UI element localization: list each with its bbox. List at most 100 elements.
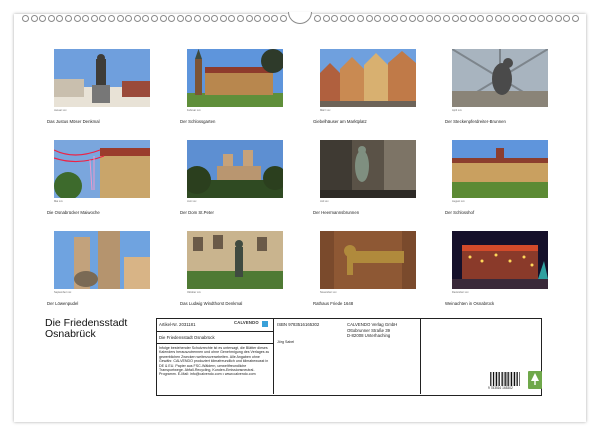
binding-ring xyxy=(425,15,433,22)
tree-icon xyxy=(531,373,539,385)
binding-ring xyxy=(30,15,38,22)
thumbnail-caption: Der Schlossgarten xyxy=(180,119,216,124)
binding-ring xyxy=(546,15,554,22)
binding-ring xyxy=(194,15,201,22)
photo-steckenpferdreiter xyxy=(452,49,548,107)
binding-ring xyxy=(22,15,29,22)
binding-ring xyxy=(357,15,364,22)
thumbnail-caption: Der Dom St.Peter xyxy=(180,210,214,215)
photo-justus-moeser xyxy=(54,49,150,107)
binding-ring xyxy=(477,15,485,22)
binding-ring xyxy=(108,15,115,22)
binding-ring xyxy=(451,15,459,22)
photo-heermannsbrunnen xyxy=(320,140,416,198)
binding-ring xyxy=(211,15,219,22)
legal-notice: Infolge bestehender Schutzrechte ist es … xyxy=(159,346,270,377)
thumbnail-caption: Der Löwenpudel xyxy=(47,301,79,306)
thumbnail-caption: Der Heermannsbrunnen xyxy=(313,210,360,215)
calvendo-logo: CALVENDO xyxy=(234,320,268,329)
photo-giebelhaeuser xyxy=(320,49,416,107)
binding-ring xyxy=(434,15,442,22)
binding-ring xyxy=(572,15,579,22)
binding-ring xyxy=(237,15,244,22)
author: Jörg Sabel xyxy=(277,340,295,344)
binding-ring xyxy=(563,15,571,22)
binding-ring xyxy=(90,15,98,22)
binding-ring xyxy=(254,15,262,22)
thumbnail-caption: Rathaus Friede 1648 xyxy=(313,301,354,306)
binding-ring xyxy=(159,15,167,22)
photo-credit: November xxx xyxy=(320,291,337,294)
binding-ring xyxy=(391,15,399,22)
photo-credit: Februar xxx xyxy=(187,109,201,112)
publisher-line3: D-82008 Unterhaching xyxy=(347,333,391,338)
binding-ring xyxy=(408,15,416,22)
photo-credit: September xxx xyxy=(54,291,72,294)
thumbnail-caption: Das Ludwig Windthorst Denkmal xyxy=(180,301,243,306)
binding-ring xyxy=(125,15,133,22)
binding-ring xyxy=(400,15,407,22)
thumbnail-caption: Der Steckenpferdreiter-Brunnen xyxy=(445,119,506,124)
calvendo-logo-text: CALVENDO xyxy=(234,320,259,325)
photo-weihnachten xyxy=(452,231,548,289)
binding-ring xyxy=(82,15,90,22)
binding-ring xyxy=(374,15,382,22)
photo-maiwoche xyxy=(54,140,150,198)
table-divider xyxy=(156,331,273,332)
binding-ring xyxy=(486,15,493,22)
binding-ring xyxy=(339,15,347,22)
binding-ring xyxy=(271,15,279,22)
article-number: Artikel-Nr. 2031181 xyxy=(159,322,196,327)
binding-ring xyxy=(56,15,64,22)
binding-ring xyxy=(99,15,107,22)
binding-ring xyxy=(520,15,528,22)
binding-ring xyxy=(348,15,356,22)
binding-ring xyxy=(219,15,227,22)
binding-ring xyxy=(417,15,425,22)
binding-ring xyxy=(116,15,124,22)
table-divider xyxy=(273,318,274,394)
binding-ring xyxy=(503,15,511,22)
publisher-line1: CALVENDO Verlag GmbH xyxy=(347,322,398,327)
thumbnail-caption: Giebelhäuser am Marktplatz xyxy=(313,119,367,124)
calendar-title: Die Friedensstadt Osnabrück xyxy=(45,318,127,340)
photo-loewenpudel xyxy=(54,231,150,289)
binding-ring xyxy=(245,15,253,22)
photo-credit: Dezember xxx xyxy=(452,291,469,294)
binding-ring xyxy=(47,15,55,22)
binding-ring xyxy=(537,15,545,22)
isbn: ISBN 9783516165302 xyxy=(277,322,320,327)
binding-ring xyxy=(228,15,236,22)
photo-credit: Januar xxx xyxy=(54,109,67,112)
binding-ring xyxy=(133,15,141,22)
binding-ring xyxy=(262,15,270,22)
photo-credit: Juli xxx xyxy=(320,200,329,203)
product-title: Die Friedensstadt Osnabrück xyxy=(159,335,215,340)
binding-ring xyxy=(73,15,81,22)
barcode-number: 9 783516 165302 xyxy=(488,386,513,390)
binding-ring xyxy=(142,15,150,22)
binding-ring xyxy=(322,15,330,22)
calvendo-logo-mark xyxy=(262,321,268,327)
photo-credit: März xxx xyxy=(320,109,331,112)
binding-ring xyxy=(365,15,373,22)
photo-schlosshof xyxy=(452,140,548,198)
photo-credit: Mai xxx xyxy=(54,200,63,203)
binding-ring xyxy=(494,15,502,22)
binding-ring xyxy=(529,15,536,22)
photo-windthorst xyxy=(187,231,283,289)
thumbnail-caption: Die Osnabrücker Maiwoche xyxy=(47,210,100,215)
binding-ring xyxy=(554,15,562,22)
binding-ring xyxy=(151,15,158,22)
thumbnail-caption: Der Schlosshof xyxy=(445,210,475,215)
table-divider xyxy=(420,318,421,394)
binding-ring xyxy=(468,15,476,22)
binding-ring xyxy=(39,15,47,22)
binding-ring xyxy=(331,15,339,22)
binding-ring xyxy=(185,15,193,22)
photo-credit: August xxx xyxy=(452,200,465,203)
binding-ring xyxy=(168,15,176,22)
table-divider xyxy=(156,343,273,344)
publisher-line2: Ottobrunner Straße 39 xyxy=(347,327,390,333)
binding-ring xyxy=(176,15,184,22)
